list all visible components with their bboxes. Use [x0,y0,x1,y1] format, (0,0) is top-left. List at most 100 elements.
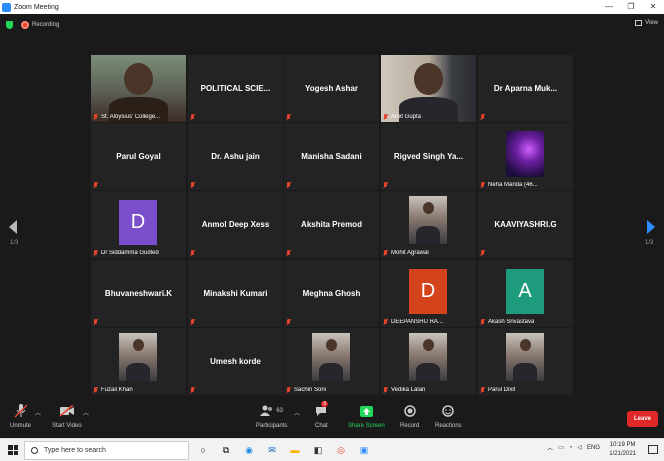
participant-name: Yogesh Ashar [305,84,358,93]
person-silhouette [423,202,434,214]
person-silhouette [414,63,443,95]
participant-label: DEEPANSHU RA... [383,319,443,325]
chrome-icon[interactable]: ◎ [334,443,348,457]
muted-microphone-icon [383,114,388,120]
taskbar-search[interactable]: Type here to search [24,441,189,460]
participant-tile[interactable]: Akshita Premod [284,191,379,258]
participant-label-text: Mohit Agrawal [391,250,429,256]
participant-name: Minakshi Kumari [203,289,268,298]
gallery-view: 1/3 1/3 St. Aloysius' College... POLITICA… [0,36,664,398]
volume-icon[interactable]: ◁ [577,444,582,451]
muted-microphone-icon [286,182,291,188]
clock-date: 1/21/2021 [609,451,636,457]
network-icon[interactable]: ◔ [569,445,573,451]
participant-tile[interactable]: St. Aloysius' College... [91,55,186,122]
unmute-button[interactable]: Unmute [10,403,31,429]
store-icon[interactable]: ◧ [311,443,325,457]
tray-chevron-icon[interactable]: ︿ [547,443,553,452]
maximize-button[interactable]: ❐ [620,0,642,14]
reactions-button[interactable]: Reactions [435,403,462,429]
participant-label: Fuzail Khan [93,387,133,393]
share-screen-button[interactable]: Share Screen [348,403,385,429]
video-off-icon [59,403,75,419]
participant-tile[interactable]: POLITICAL SCIE... [188,55,283,122]
participants-icon: 63 [260,403,283,419]
participant-tile[interactable]: Sachin Soni [284,328,379,395]
search-placeholder: Type here to search [44,447,106,454]
muted-microphone-icon [93,114,98,120]
participant-label-text: Sachin Soni [294,387,327,393]
participant-tile[interactable]: Parul Goyal [91,123,186,190]
participant-tile[interactable]: Parul Dixit [478,328,573,395]
close-button[interactable]: ✕ [642,0,664,14]
participant-tile[interactable]: Mohit Agrawal [381,191,476,258]
participant-label [190,250,198,256]
cortana-icon[interactable]: ○ [196,443,210,457]
participant-label: Neha Manda (46... [480,182,538,188]
participant-avatar: D [409,269,447,314]
participant-label-text: Amit Gupta [391,114,422,120]
chat-button[interactable]: 8 Chat [315,401,329,429]
participant-tile[interactable]: Manisha Sadani [284,123,379,190]
video-options-caret-icon[interactable]: ︿ [83,408,89,417]
participant-label [190,319,198,325]
participant-tile[interactable]: Amit Gupta [381,55,476,122]
windows-start-icon[interactable] [8,445,18,455]
participant-tile[interactable]: Anmol Deep Xess [188,191,283,258]
window-titlebar: Zoom Meeting — ❐ ✕ [0,0,664,14]
zoom-app-icon[interactable]: ▣ [357,443,371,457]
minimize-button[interactable]: — [598,0,620,14]
audio-options-caret-icon[interactable]: ︿ [35,408,41,417]
participants-button[interactable]: 63 Participants [256,403,287,429]
participant-tile[interactable]: Neha Manda (46... [478,123,573,190]
person-body [319,363,343,381]
record-button[interactable]: Record [400,403,419,429]
participant-label: Mohit Agrawal [383,250,429,256]
participant-tile[interactable]: Dr Aparna Muk... [478,55,573,122]
muted-microphone-icon [383,250,388,256]
participants-caret-icon[interactable]: ︿ [294,408,300,417]
chat-icon: 8 [315,401,329,419]
participant-tile[interactable]: Dr. Ashu jain [188,123,283,190]
participant-label-text: Neha Manda (46... [488,182,538,188]
taskbar-clock[interactable]: 10:19 PM 1/21/2021 [609,441,636,459]
system-tray: ︿ ▭ ◔ ◁ ENG [547,443,600,453]
record-icon [403,403,416,419]
muted-microphone-icon [286,387,291,393]
chat-badge: 8 [321,401,329,407]
participant-tile[interactable]: Meghna Ghosh [284,260,379,327]
edge-icon[interactable]: ◉ [242,443,256,457]
participant-tile[interactable]: Vedika Lalan [381,328,476,395]
person-silhouette [133,339,144,351]
person-body [126,363,150,381]
participant-tile[interactable]: Bhuvaneshwari.K [91,260,186,327]
security-shield-icon[interactable] [6,21,13,29]
participant-tile[interactable]: KAAVIYASHRI.G [478,191,573,258]
muted-microphone-icon [286,250,291,256]
next-page-arrow-icon[interactable] [647,220,655,234]
participant-label [286,319,294,325]
participant-tile[interactable]: D Dr Siddamma Gudled [91,191,186,258]
zoom-logo-icon [2,2,11,12]
view-button[interactable]: View [635,20,658,26]
recording-label: Recording [32,22,60,28]
notifications-icon[interactable] [648,445,658,454]
participant-tile[interactable]: Fuzail Khan [91,328,186,395]
leave-button[interactable]: Leave [627,411,658,427]
participant-avatar: A [506,269,544,314]
previous-page-arrow-icon[interactable] [9,220,17,234]
task-view-icon[interactable]: ⧉ [219,443,233,457]
participant-tile[interactable]: Yogesh Ashar [284,55,379,122]
file-explorer-icon[interactable]: ▬ [288,443,302,457]
battery-icon[interactable]: ▭ [558,444,564,451]
participant-tile[interactable]: Rigved Singh Ya... [381,123,476,190]
participant-tile[interactable]: A Akash Srivastava [478,260,573,327]
language-indicator[interactable]: ENG [587,445,600,451]
participant-tile[interactable]: Minakshi Kumari [188,260,283,327]
participant-tile[interactable]: Umesh korde [188,328,283,395]
mail-icon[interactable]: ✉ [265,443,279,457]
participant-tile[interactable]: D DEEPANSHU RA... [381,260,476,327]
start-video-button[interactable]: Start Video [52,403,82,429]
view-label: View [645,20,658,26]
participant-label: Amit Gupta [383,114,421,120]
